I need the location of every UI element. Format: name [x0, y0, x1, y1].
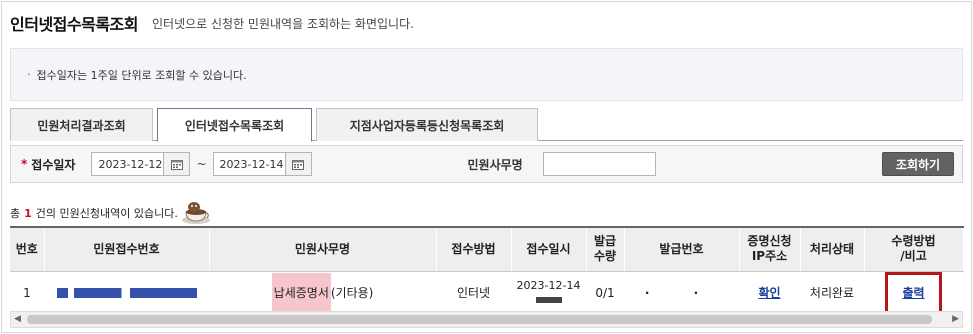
tab-bar: 민원처리결과조회 인터넷접수목록조회 지점사업자등록등신청목록조회 — [10, 108, 963, 142]
col-issue-qty: 발급 수량 — [586, 226, 625, 272]
page-header: 인터넷접수목록조회 인터넷으로 신청한 민원내역을 조회하는 화면입니다. — [10, 8, 963, 38]
tab-label: 인터넷접수목록조회 — [184, 118, 285, 133]
col-status: 처리상태 — [800, 226, 865, 272]
count-prefix: 총 — [10, 207, 21, 220]
page-title: 인터넷접수목록조회 — [10, 15, 138, 34]
header-line: 증명신청 — [747, 234, 792, 249]
notice-box: · 접수일자는 1주일 단위로 조회할 수 있습니다. — [10, 48, 963, 101]
date-from-input[interactable] — [91, 152, 165, 176]
tab-internet-receipt-list[interactable]: 인터넷접수목록조회 — [157, 108, 312, 142]
col-office: 민원사무명 — [209, 226, 437, 272]
office-name-input[interactable] — [542, 152, 656, 176]
header-line: /비고 — [900, 249, 927, 264]
search-panel: * 접수일자 ~ 민원사무명 조회하기 — [10, 145, 963, 183]
tab-label: 민원처리결과조회 — [37, 118, 126, 133]
cell-receipt-no[interactable] — [44, 271, 209, 315]
calendar-icon[interactable] — [285, 152, 312, 176]
horizontal-scrollbar[interactable]: ◀ ▶ — [10, 311, 963, 328]
table-row: 1 납세증명서 (기타용) 인터넷 2023-12-14 0/1 · · 확인 … — [10, 271, 963, 315]
office-rest: (기타용) — [330, 286, 374, 300]
cell-issue-no: · · — [624, 271, 739, 315]
header-line: 수령방법 — [891, 234, 936, 249]
ip-confirm-link[interactable]: 확인 — [758, 286, 780, 300]
calendar-icon[interactable] — [164, 152, 191, 176]
count-number: 1 — [24, 206, 32, 220]
tab-complaint-results[interactable]: 민원처리결과조회 — [10, 108, 153, 141]
tab-branch-registration-list[interactable]: 지점사업자등록등신청목록조회 — [316, 108, 538, 141]
cell-ip: 확인 — [739, 271, 800, 315]
header-line: 발급 — [593, 234, 617, 249]
col-receive: 수령방법/비고 — [864, 226, 964, 272]
received-date: 2023-12-14 — [516, 278, 581, 292]
cell-receive: 출력 — [864, 271, 963, 315]
col-issue-no: 발급번호 — [624, 226, 740, 272]
col-received-at: 접수일시 — [511, 226, 587, 272]
header-line: 수량 — [593, 249, 617, 264]
page-subtitle: 인터넷으로 신청한 민원내역을 조회하는 화면입니다. — [151, 16, 414, 31]
result-count: 총 1 건의 민원신청내역이 있습니다. — [10, 200, 212, 226]
search-button[interactable]: 조회하기 — [882, 152, 954, 176]
notice-text: 접수일자는 1주일 단위로 조회할 수 있습니다. — [36, 68, 247, 82]
masked-receipt-link[interactable] — [56, 288, 197, 298]
results-table: 번호 민원접수번호 민원사무명 접수방법 접수일시 발급 수량 발급번호 증명신청… — [10, 226, 964, 315]
bullet-icon: · — [27, 68, 31, 81]
cell-received-at: 2023-12-14 — [511, 271, 586, 315]
scroll-thumb[interactable] — [27, 315, 932, 324]
cell-no: 1 — [10, 271, 44, 315]
masked-time — [535, 296, 562, 303]
date-to-input[interactable] — [212, 152, 286, 176]
scroll-right-icon[interactable]: ▶ — [952, 314, 959, 324]
cell-method: 인터넷 — [436, 271, 511, 315]
col-ip: 증명신청 IP주소 — [739, 226, 801, 272]
print-link[interactable]: 출력 — [902, 286, 924, 300]
count-suffix: 건의 민원신청내역이 있습니다. — [35, 207, 178, 220]
masked-issue-no: · · — [644, 285, 719, 300]
col-receipt-no: 민원접수번호 — [44, 226, 210, 272]
coffee-mascot-icon — [180, 200, 212, 226]
cell-status: 처리완료 — [800, 271, 864, 315]
cell-issue-qty: 0/1 — [586, 271, 624, 315]
date-label: 접수일자 — [31, 157, 76, 172]
cell-office: 납세증명서 (기타용) — [209, 271, 436, 315]
required-mark: * — [21, 157, 28, 171]
table-header-row: 번호 민원접수번호 민원사무명 접수방법 접수일시 발급 수량 발급번호 증명신청… — [10, 226, 964, 272]
range-separator: ~ — [196, 157, 207, 171]
tab-label: 지점사업자등록등신청목록조회 — [349, 118, 505, 133]
office-name-label: 민원사무명 — [467, 157, 523, 172]
print-highlight-box: 출력 — [885, 271, 942, 314]
office-highlight: 납세증명서 — [271, 272, 331, 313]
scroll-left-icon[interactable]: ◀ — [14, 314, 21, 324]
header-line: IP주소 — [751, 249, 788, 264]
col-method: 접수방법 — [436, 226, 512, 272]
col-no: 번호 — [10, 226, 45, 272]
